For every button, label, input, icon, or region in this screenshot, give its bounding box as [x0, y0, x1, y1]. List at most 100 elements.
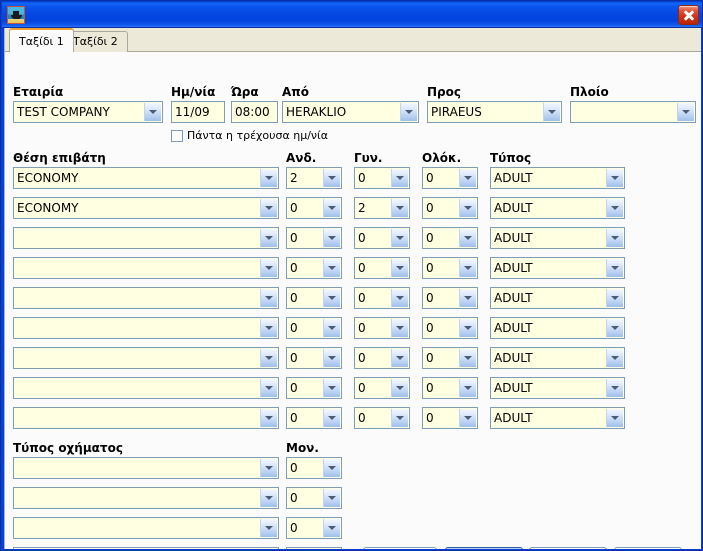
vehicle-type-select-2[interactable]	[13, 517, 279, 539]
company-select[interactable]: TEST COMPANY	[13, 101, 163, 123]
passenger-men-select-3[interactable]: 0	[286, 257, 342, 279]
chevron-down-icon[interactable]	[459, 259, 476, 277]
chevron-down-icon[interactable]	[323, 379, 340, 397]
close-icon[interactable]	[678, 5, 699, 25]
chevron-down-icon[interactable]	[323, 229, 340, 247]
chevron-down-icon[interactable]	[391, 289, 408, 307]
chevron-down-icon[interactable]	[459, 319, 476, 337]
passenger-type-select-5[interactable]: ADULT	[490, 317, 625, 339]
to-port-select[interactable]: PIRAEUS	[427, 101, 562, 123]
passenger-men-select-8[interactable]: 0	[286, 407, 342, 429]
chevron-down-icon[interactable]	[323, 489, 340, 507]
passenger-women-select-7[interactable]: 0	[354, 377, 410, 399]
chevron-down-icon[interactable]	[260, 169, 277, 187]
chevron-down-icon[interactable]	[391, 199, 408, 217]
passenger-type-select-1[interactable]: ADULT	[490, 197, 625, 219]
passenger-women-select-5[interactable]: 0	[354, 317, 410, 339]
passenger-position-select-8[interactable]	[13, 407, 279, 429]
passenger-position-select-4[interactable]	[13, 287, 279, 309]
passenger-men-select-6[interactable]: 0	[286, 347, 342, 369]
vehicle-units-select-0[interactable]: 0	[286, 457, 342, 479]
passenger-position-select-0[interactable]: ECONOMY	[13, 167, 279, 189]
date-input[interactable]: 11/09	[171, 101, 225, 123]
chevron-down-icon[interactable]	[323, 259, 340, 277]
save-button[interactable]: Αποθήκευση	[529, 547, 607, 549]
chevron-down-icon[interactable]	[606, 229, 623, 247]
chevron-down-icon[interactable]	[543, 103, 560, 121]
passenger-women-select-6[interactable]: 0	[354, 347, 410, 369]
passenger-women-select-0[interactable]: 0	[354, 167, 410, 189]
chevron-down-icon[interactable]	[459, 349, 476, 367]
passenger-men-select-4[interactable]: 0	[286, 287, 342, 309]
chevron-down-icon[interactable]	[323, 289, 340, 307]
chevron-down-icon[interactable]	[260, 229, 277, 247]
passenger-women-select-2[interactable]: 0	[354, 227, 410, 249]
passenger-men-select-0[interactable]: 2	[286, 167, 342, 189]
chevron-down-icon[interactable]	[391, 349, 408, 367]
chevron-down-icon[interactable]	[391, 409, 408, 427]
chevron-down-icon[interactable]	[323, 409, 340, 427]
vehicle-type-select-3[interactable]	[13, 547, 279, 549]
tab-trip-1[interactable]: Ταξίδι 1	[9, 28, 74, 52]
chevron-down-icon[interactable]	[606, 169, 623, 187]
vehicle-units-select-1[interactable]: 0	[286, 487, 342, 509]
chevron-down-icon[interactable]	[260, 489, 277, 507]
chevron-down-icon[interactable]	[606, 319, 623, 337]
vehicle-units-select-2[interactable]: 0	[286, 517, 342, 539]
chevron-down-icon[interactable]	[400, 103, 417, 121]
chevron-down-icon[interactable]	[459, 169, 476, 187]
chevron-down-icon[interactable]	[391, 259, 408, 277]
passenger-women-select-1[interactable]: 2	[354, 197, 410, 219]
clear-button[interactable]: Καθαρισμός	[363, 547, 437, 549]
passenger-type-select-8[interactable]: ADULT	[490, 407, 625, 429]
chevron-down-icon[interactable]	[260, 289, 277, 307]
chevron-down-icon[interactable]	[391, 169, 408, 187]
chevron-down-icon[interactable]	[459, 289, 476, 307]
passenger-position-select-3[interactable]	[13, 257, 279, 279]
passenger-position-select-2[interactable]	[13, 227, 279, 249]
exit-button[interactable]: Έξοδος	[614, 547, 682, 549]
chevron-down-icon[interactable]	[323, 459, 340, 477]
vehicle-type-select-0[interactable]	[13, 457, 279, 479]
chevron-down-icon[interactable]	[606, 409, 623, 427]
chevron-down-icon[interactable]	[606, 259, 623, 277]
chevron-down-icon[interactable]	[459, 199, 476, 217]
time-input[interactable]: 08:00	[231, 101, 278, 123]
chevron-down-icon[interactable]	[606, 349, 623, 367]
chevron-down-icon[interactable]	[323, 169, 340, 187]
passenger-total-select-3[interactable]: 0	[422, 257, 478, 279]
passenger-position-select-1[interactable]: ECONOMY	[13, 197, 279, 219]
passenger-type-select-0[interactable]: ADULT	[490, 167, 625, 189]
passenger-women-select-8[interactable]: 0	[354, 407, 410, 429]
passenger-women-select-3[interactable]: 0	[354, 257, 410, 279]
passenger-total-select-7[interactable]: 0	[422, 377, 478, 399]
passenger-total-select-6[interactable]: 0	[422, 347, 478, 369]
passenger-position-select-7[interactable]	[13, 377, 279, 399]
passenger-total-select-2[interactable]: 0	[422, 227, 478, 249]
chevron-down-icon[interactable]	[459, 229, 476, 247]
chevron-down-icon[interactable]	[323, 349, 340, 367]
passenger-men-select-5[interactable]: 0	[286, 317, 342, 339]
passenger-total-select-0[interactable]: 0	[422, 167, 478, 189]
passenger-total-select-1[interactable]: 0	[422, 197, 478, 219]
passenger-men-select-1[interactable]: 0	[286, 197, 342, 219]
chevron-down-icon[interactable]	[606, 379, 623, 397]
chevron-down-icon[interactable]	[144, 103, 161, 121]
always-current-date-checkbox[interactable]: Πάντα η τρέχουσα ημ/νία	[171, 128, 328, 143]
passenger-total-select-8[interactable]: 0	[422, 407, 478, 429]
chevron-down-icon[interactable]	[323, 519, 340, 537]
passenger-women-select-4[interactable]: 0	[354, 287, 410, 309]
chevron-down-icon[interactable]	[260, 459, 277, 477]
chevron-down-icon[interactable]	[260, 259, 277, 277]
from-port-select[interactable]: HERAKLIO	[282, 101, 419, 123]
chevron-down-icon[interactable]	[459, 409, 476, 427]
ship-select[interactable]	[570, 101, 696, 123]
chevron-down-icon[interactable]	[606, 289, 623, 307]
chevron-down-icon[interactable]	[260, 349, 277, 367]
checkbox-box[interactable]	[171, 129, 183, 142]
passenger-total-select-5[interactable]: 0	[422, 317, 478, 339]
passenger-type-select-3[interactable]: ADULT	[490, 257, 625, 279]
chevron-down-icon[interactable]	[677, 103, 694, 121]
passenger-men-select-2[interactable]: 0	[286, 227, 342, 249]
passenger-type-select-7[interactable]: ADULT	[490, 377, 625, 399]
